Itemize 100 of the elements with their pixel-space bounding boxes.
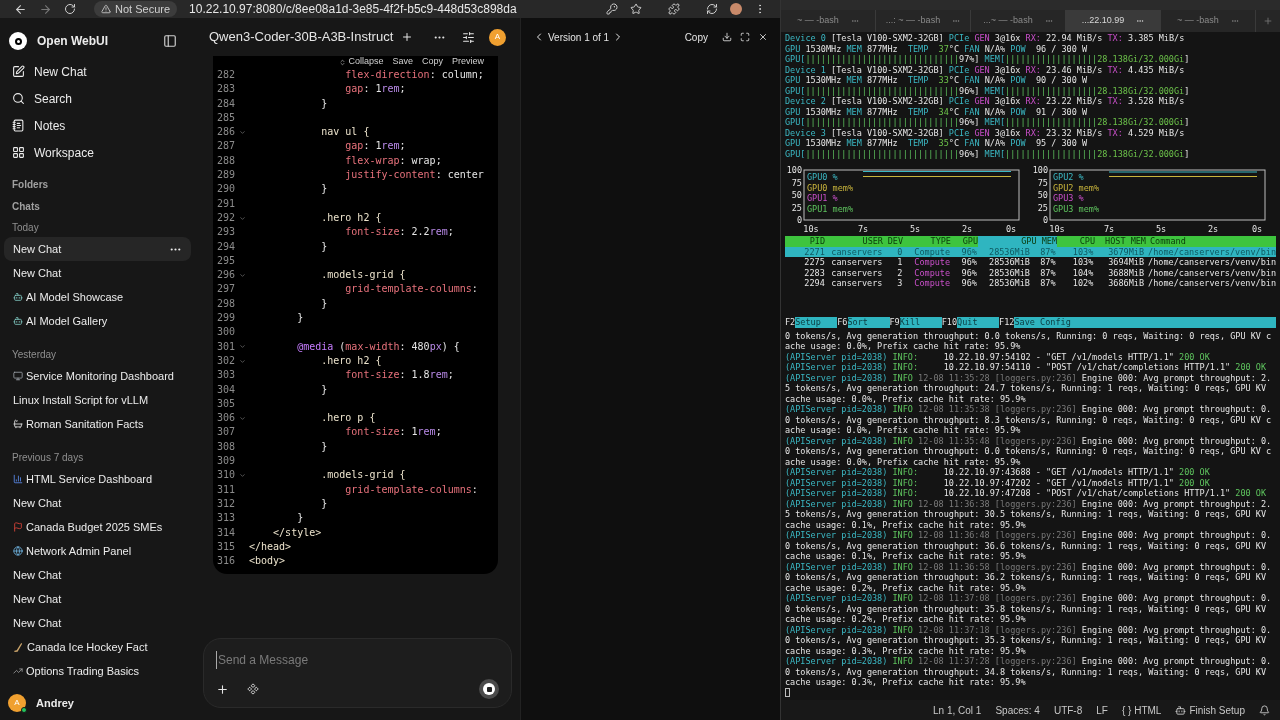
table-cell-text: /home/canservers/venv/bin bbox=[1147, 257, 1276, 268]
finish-setup-button[interactable]: Finish Setup bbox=[1175, 702, 1245, 718]
security-chip[interactable]: Not Secure bbox=[94, 1, 178, 17]
column-header[interactable]: HOST MEM bbox=[1095, 236, 1146, 247]
function-key: F6 bbox=[837, 316, 848, 328]
message-input[interactable]: Send a Message bbox=[216, 651, 499, 669]
status-item[interactable]: UTF-8 bbox=[1053, 702, 1083, 718]
line-number: 315 bbox=[217, 539, 237, 554]
function-label[interactable]: Kill bbox=[899, 316, 942, 328]
expand-icon[interactable] bbox=[740, 32, 750, 42]
terminal-tab[interactable]: ~ — -bash bbox=[781, 10, 876, 32]
download-icon[interactable] bbox=[722, 32, 732, 42]
column-header[interactable]: DEV bbox=[883, 236, 903, 247]
status-item[interactable]: { } HTML bbox=[1121, 702, 1162, 718]
process-row[interactable]: 2294 canservers 3 Compute 96% 28536MiB 87% 102% 3686MiB /home/canservers/venv/bin bbox=[785, 278, 1276, 289]
tab-menu-icon[interactable] bbox=[850, 17, 859, 25]
status-item[interactable]: Spaces: 4 bbox=[995, 702, 1040, 718]
column-header[interactable]: GPU bbox=[951, 236, 978, 247]
forward-icon[interactable] bbox=[39, 2, 52, 16]
logo-icon[interactable] bbox=[9, 32, 27, 50]
chat-item[interactable]: Network Admin Panel bbox=[4, 539, 191, 563]
profile-avatar[interactable] bbox=[730, 3, 742, 15]
terminal-line: (APIServer pid=2038) INFO: 10.22.10.97:54102 - "GET /v1/models HTTP/1.1" 200 OK bbox=[785, 351, 1210, 362]
sync-icon[interactable] bbox=[706, 3, 718, 15]
back-icon[interactable] bbox=[14, 2, 27, 16]
column-header[interactable]: GPU MEM bbox=[978, 236, 1057, 247]
tab-menu-icon[interactable] bbox=[1044, 17, 1053, 25]
chat-item[interactable]: Options Trading Basics bbox=[4, 659, 191, 683]
chat-item[interactable]: New Chat bbox=[4, 563, 191, 587]
chat-item[interactable]: New Chat bbox=[4, 587, 191, 611]
nav-item[interactable]: New Chat bbox=[4, 58, 191, 85]
column-header[interactable]: CPU bbox=[1057, 236, 1095, 247]
terminal-tab[interactable]: ...: ~ — -bash bbox=[876, 10, 971, 32]
x-tick-label: 7s bbox=[1103, 224, 1115, 234]
copy-button[interactable]: Copy bbox=[684, 29, 708, 45]
flag-icon bbox=[13, 522, 23, 532]
process-row[interactable]: 2283 canservers 2 Compute 96% 28536MiB 87% 104% 3688MiB /home/canservers/venv/bin bbox=[785, 267, 1276, 278]
bar-chart-icon bbox=[13, 474, 23, 484]
process-row[interactable]: 2275 canservers 1 Compute 96% 28536MiB 87% 103% 3694MiB /home/canservers/venv/bin bbox=[785, 257, 1276, 268]
extension-icon[interactable] bbox=[668, 3, 680, 15]
chat-item[interactable]: Service Monitoring Dashboard bbox=[4, 364, 191, 388]
line-number: 311 bbox=[217, 482, 237, 497]
table-cell-text: canservers bbox=[830, 267, 883, 278]
terminal-line: (APIServer pid=2038) INFO: 10.22.10.97:43688 - "GET /v1/models HTTP/1.1" 200 OK bbox=[785, 467, 1210, 477]
model-name[interactable]: Qwen3-Coder-30B-A3B-Instruct bbox=[209, 27, 394, 47]
code-action[interactable]: Collapse bbox=[339, 55, 384, 69]
chat-item[interactable]: New Chat bbox=[4, 261, 191, 285]
column-header[interactable]: Command bbox=[1146, 236, 1276, 247]
chat-item[interactable]: Roman Sanitation Facts bbox=[4, 412, 191, 436]
section-heading[interactable]: Folders bbox=[12, 176, 49, 192]
terminal-tab[interactable]: ~ — -bash bbox=[1161, 10, 1256, 32]
line-number: 306 bbox=[217, 411, 237, 426]
stop-button[interactable] bbox=[479, 679, 499, 699]
reload-icon[interactable] bbox=[64, 3, 76, 15]
notification-icon[interactable] bbox=[1259, 704, 1270, 716]
add-model-icon[interactable] bbox=[401, 31, 414, 43]
legend-label: GPU0 mem% bbox=[807, 182, 854, 193]
status-item[interactable]: Ln 1, Col 1 bbox=[933, 702, 982, 718]
tab-menu-icon[interactable] bbox=[1136, 17, 1145, 25]
chat-item[interactable]: AI Model Gallery bbox=[4, 309, 191, 333]
chat-item[interactable]: New Chat bbox=[4, 611, 191, 635]
code-action[interactable]: Preview bbox=[452, 55, 484, 69]
tab-menu-icon[interactable] bbox=[952, 17, 961, 25]
nav-item[interactable]: Notes bbox=[4, 112, 191, 139]
chat-item[interactable]: New Chat bbox=[4, 237, 191, 261]
line-number: 295 bbox=[217, 253, 237, 268]
table-cell-text: 3 bbox=[896, 278, 903, 289]
sidebar-toggle-icon[interactable] bbox=[163, 34, 177, 48]
star-icon[interactable] bbox=[630, 3, 642, 15]
function-label[interactable]: Setup bbox=[795, 316, 838, 328]
section-heading[interactable]: Chats bbox=[12, 198, 40, 214]
table-cell-text: 3694MiB bbox=[1107, 257, 1145, 268]
status-item[interactable]: LF bbox=[1096, 702, 1108, 718]
table-cell-text: canservers bbox=[830, 246, 883, 257]
settings-icon[interactable] bbox=[462, 30, 475, 44]
integrations-icon[interactable] bbox=[247, 683, 259, 695]
tab-menu-icon[interactable] bbox=[1230, 17, 1239, 25]
url-text[interactable]: 10.22.10.97:8080/c/8ee08a1d-3e85-4f2f-b5c9-448d53c898da bbox=[189, 0, 517, 18]
terminal-tab[interactable]: ...22.10.99 bbox=[1066, 10, 1161, 32]
chat-item[interactable]: HTML Service Dashboard bbox=[4, 467, 191, 491]
column-header[interactable]: USER bbox=[825, 236, 883, 247]
nav-item[interactable]: Search bbox=[4, 85, 191, 112]
chat-item[interactable]: New Chat bbox=[4, 491, 191, 515]
nav-item[interactable]: Workspace bbox=[4, 139, 191, 166]
function-label[interactable]: Quit bbox=[957, 316, 1000, 328]
column-header[interactable]: PID bbox=[785, 236, 825, 247]
chat-item[interactable]: Canada Ice Hockey Fact bbox=[4, 635, 191, 659]
column-header[interactable]: TYPE bbox=[903, 236, 951, 247]
x-tick-label: 2s bbox=[1207, 224, 1219, 234]
function-label[interactable]: Save Config bbox=[1014, 316, 1276, 328]
chat-item[interactable]: Canada Budget 2025 SMEs bbox=[4, 515, 191, 539]
chat-item[interactable]: AI Model Showcase bbox=[4, 285, 191, 309]
function-label[interactable]: Sort bbox=[847, 316, 890, 328]
close-icon[interactable] bbox=[758, 32, 768, 42]
add-icon[interactable] bbox=[216, 682, 229, 696]
chat-item[interactable]: Linux Install Script for vLLM bbox=[4, 388, 191, 412]
code-action[interactable]: Save bbox=[392, 55, 413, 69]
table-cell-text: canservers bbox=[830, 257, 883, 268]
key-icon[interactable] bbox=[606, 3, 618, 15]
code-action[interactable]: Copy bbox=[421, 55, 443, 69]
